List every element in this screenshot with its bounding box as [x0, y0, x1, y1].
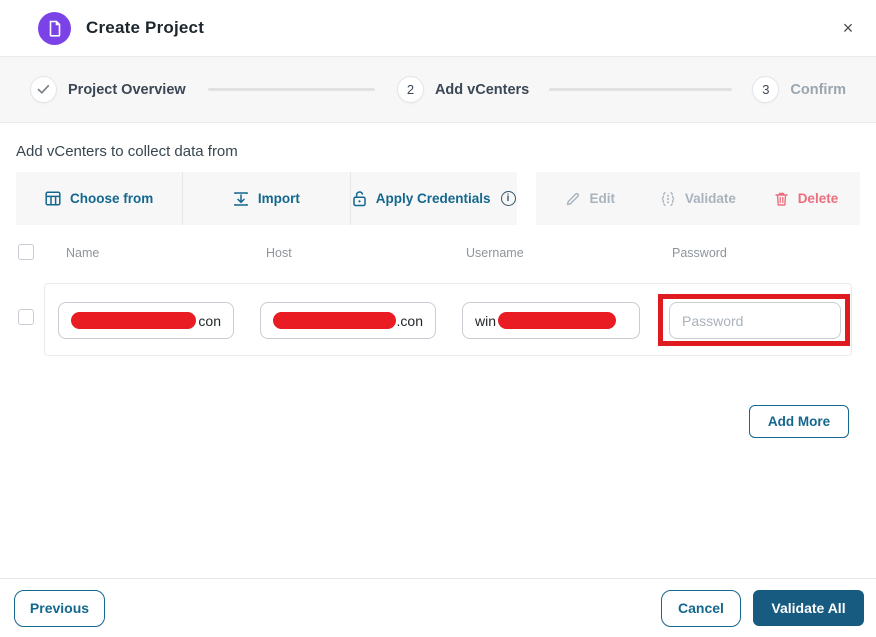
validate-button[interactable]: Validate [644, 172, 752, 225]
dialog-title: Create Project [86, 18, 205, 37]
redaction-bar [273, 312, 396, 329]
project-badge [38, 11, 71, 45]
add-more-button[interactable]: Add More [749, 405, 849, 438]
vcenter-toolbar: Choose from Import Apply Credentials i E… [16, 172, 860, 225]
apply-credentials-button[interactable]: Apply Credentials i [349, 172, 517, 225]
import-icon [233, 191, 249, 207]
redaction-bar [71, 312, 197, 329]
password-placeholder: Password [682, 312, 744, 329]
apply-credentials-label: Apply Credentials [375, 191, 491, 206]
host-field[interactable]: .con [260, 302, 436, 339]
choose-from-label: Choose from [70, 191, 154, 206]
step-project-overview[interactable]: Project Overview [30, 76, 186, 103]
delete-button[interactable]: Delete [752, 172, 860, 225]
validate-label: Validate [684, 191, 736, 206]
dialog-header: Create Project × [0, 0, 876, 57]
pencil-icon [565, 191, 581, 207]
step-label: Confirm [790, 81, 846, 98]
dialog-footer: Previous Cancel Validate All [0, 578, 876, 637]
delete-label: Delete [797, 191, 839, 206]
step-confirm[interactable]: 3 Confirm [752, 76, 846, 103]
column-header-name: Name [66, 246, 100, 260]
close-icon[interactable]: × [834, 14, 862, 42]
step-number: 2 [396, 76, 424, 103]
toolbar-left-group: Choose from Import Apply Credentials i [16, 172, 517, 225]
edit-label: Edit [589, 191, 616, 206]
validate-icon [660, 191, 676, 207]
password-field[interactable]: Password [669, 302, 841, 339]
vcenter-table-body: con .con win Password [0, 283, 876, 403]
table-header-row: Name Host Username Password [0, 237, 876, 283]
edit-button[interactable]: Edit [536, 172, 644, 225]
name-suffix-text: con [198, 312, 221, 329]
step-connector [207, 88, 375, 91]
wizard-stepper: Project Overview 2 Add vCenters 3 Confir… [0, 57, 876, 123]
username-prefix-text: win [475, 312, 497, 329]
unlock-icon [352, 190, 367, 207]
cancel-button[interactable]: Cancel [661, 589, 741, 627]
info-icon[interactable]: i [500, 191, 516, 206]
table-grid-icon [45, 191, 61, 206]
redaction-bar [498, 312, 617, 329]
column-header-host: Host [266, 246, 292, 260]
username-field[interactable]: win [462, 302, 640, 339]
create-project-dialog: Create Project × Project Overview 2 Add … [0, 0, 876, 637]
row-checkbox[interactable] [18, 309, 34, 325]
step-number: 3 [752, 76, 780, 103]
add-more-row: Add More [0, 405, 876, 438]
step-label: Add vCenters [434, 81, 530, 98]
column-header-username: Username [466, 246, 524, 260]
previous-button[interactable]: Previous [14, 589, 105, 627]
column-header-password: Password [672, 246, 727, 260]
table-row: con .con win Password [44, 283, 852, 356]
validate-all-button[interactable]: Validate All [753, 590, 864, 626]
name-field[interactable]: con [58, 302, 234, 339]
trash-icon [774, 191, 789, 207]
choose-from-button[interactable]: Choose from [16, 172, 182, 225]
toolbar-gap [517, 172, 536, 225]
step-done-check-icon [30, 76, 57, 103]
document-icon [48, 20, 62, 37]
import-label: Import [257, 191, 300, 206]
step-connector [549, 88, 733, 91]
toolbar-right-group: Edit Validate Delete [535, 172, 860, 225]
step-label: Project Overview [68, 81, 186, 98]
host-suffix-text: .con [396, 312, 423, 329]
import-button[interactable]: Import [182, 172, 349, 225]
select-all-checkbox[interactable] [18, 244, 34, 260]
section-title: Add vCenters to collect data from [16, 143, 238, 160]
step-add-vcenters[interactable]: 2 Add vCenters [396, 76, 530, 103]
